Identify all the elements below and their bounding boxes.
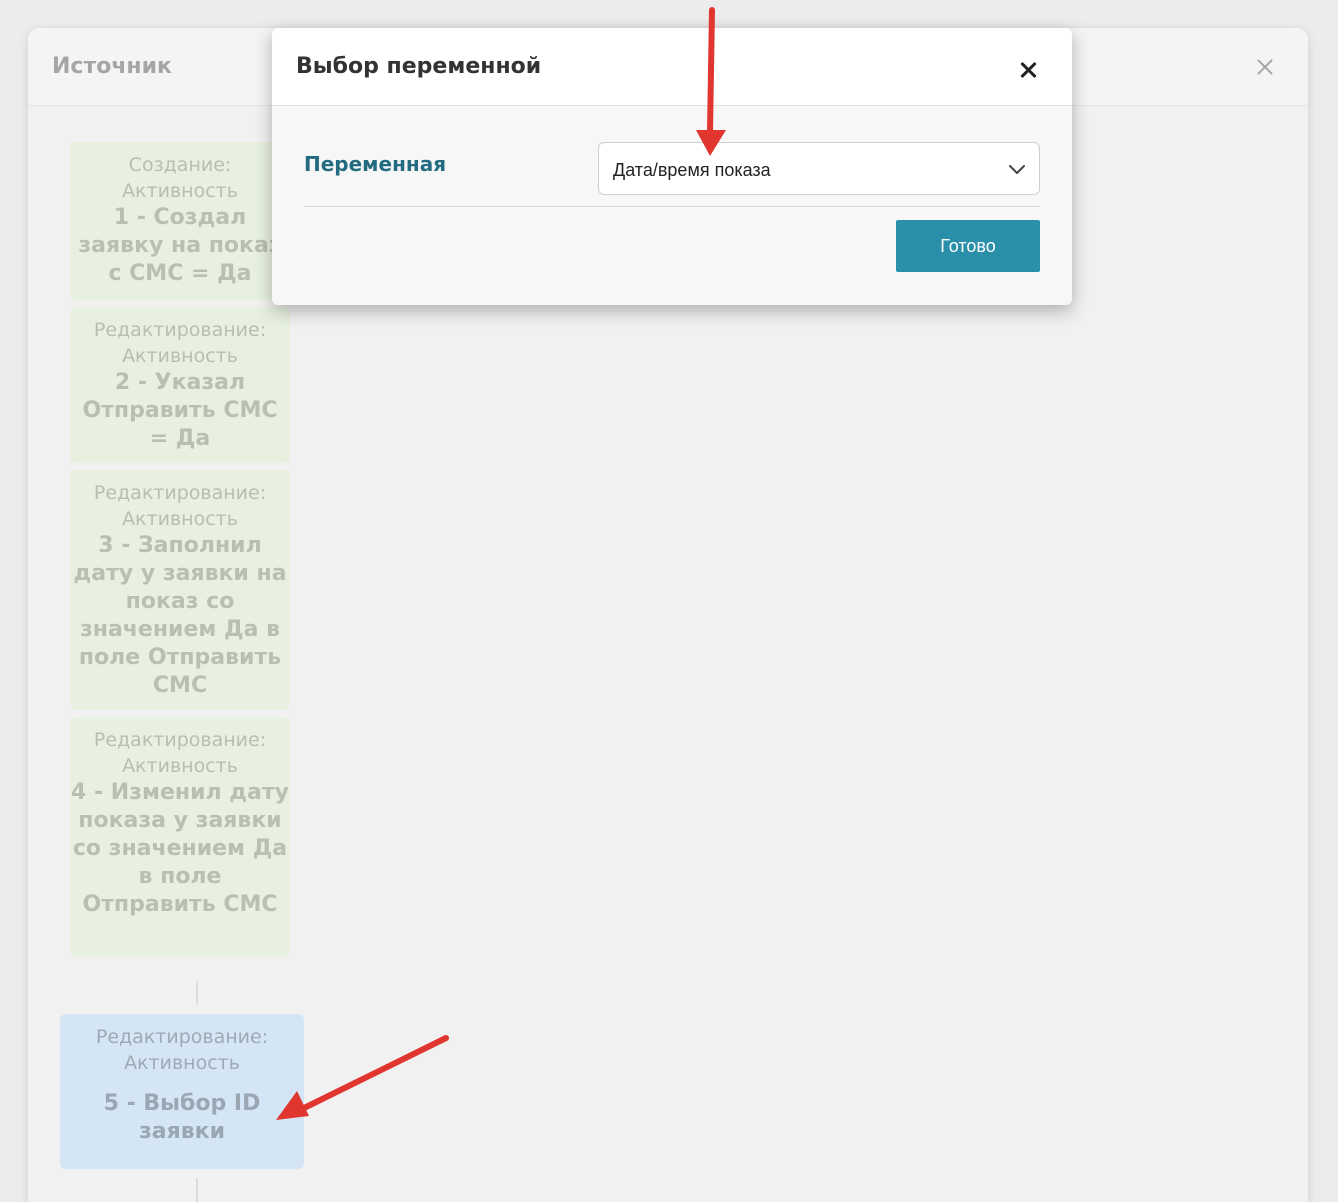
variable-label: Переменная (304, 152, 447, 176)
divider (304, 206, 1040, 207)
variable-select[interactable]: Дата/время показа (598, 142, 1040, 195)
done-button[interactable]: Готово (896, 220, 1040, 272)
step-name: 5 - Выбор ID заявки (103, 1091, 261, 1144)
step-type: Активность (122, 508, 238, 530)
chevron-down-icon (1009, 165, 1025, 174)
workflow-step-1[interactable]: Создание: Активность 1 - Создал заявку н… (70, 142, 290, 300)
step-name: 2 - Указал Отправить СМС = Да (82, 370, 278, 451)
workflow-step-2[interactable]: Редактирование: Активность 2 - Указал От… (70, 307, 290, 463)
step-connector (196, 1178, 198, 1202)
step-category: Создание: (128, 154, 232, 176)
step-type: Активность (122, 180, 238, 202)
close-icon[interactable] (1252, 54, 1278, 80)
step-name: 1 - Создал заявку на показ с СМС = Да (78, 205, 282, 286)
workflow-step-3[interactable]: Редактирование: Активность 3 - Заполнил … (70, 470, 290, 710)
step-name: 3 - Заполнил дату у заявки на показ со з… (73, 533, 287, 698)
step-connector (196, 981, 198, 1005)
step-name: 4 - Изменил дату показа у заявки со знач… (71, 780, 289, 917)
variable-select-value: Дата/время показа (613, 160, 771, 180)
source-dialog-title: Источник (52, 54, 172, 79)
modal-title: Выбор переменной (296, 54, 542, 79)
variable-picker-modal: Выбор переменной Переменная Дата/время п… (272, 28, 1072, 305)
close-icon[interactable] (1016, 58, 1040, 82)
step-category: Редактирование: (93, 482, 267, 504)
step-category: Редактирование: (95, 1026, 269, 1048)
modal-header: Выбор переменной (272, 28, 1072, 106)
step-type: Активность (124, 1052, 240, 1074)
step-category: Редактирование: (93, 729, 267, 751)
step-type: Активность (122, 345, 238, 367)
workflow-step-5[interactable]: Редактирование: Активность 5 - Выбор ID … (60, 1014, 304, 1169)
workflow-step-4[interactable]: Редактирование: Активность 4 - Изменил д… (70, 717, 290, 957)
step-category: Редактирование: (93, 319, 267, 341)
step-type: Активность (122, 755, 238, 777)
